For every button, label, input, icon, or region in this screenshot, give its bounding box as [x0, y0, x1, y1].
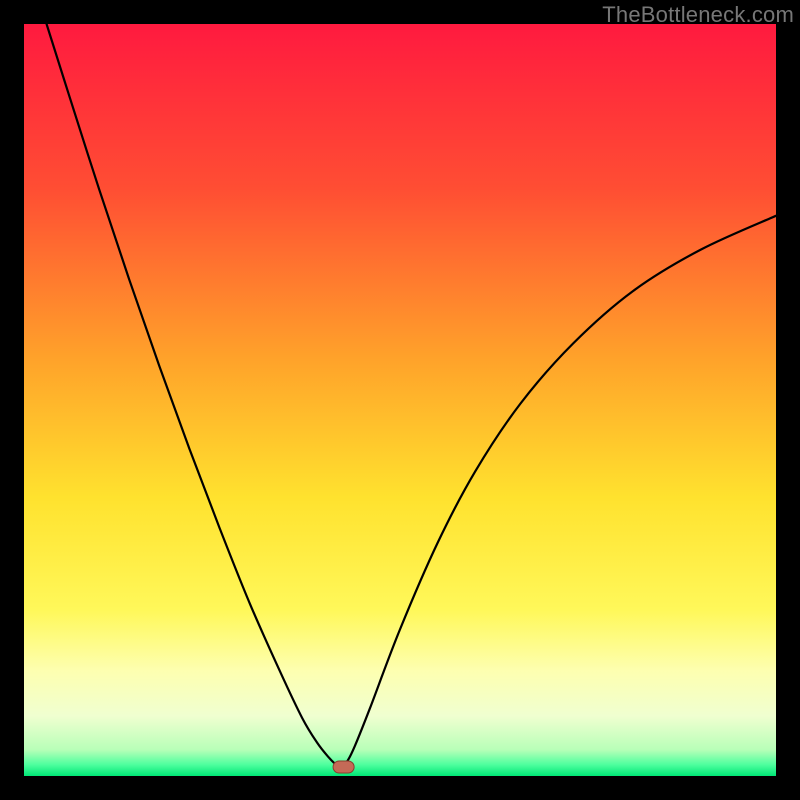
gradient-background	[24, 24, 776, 776]
bottleneck-chart	[24, 24, 776, 776]
chart-frame	[24, 24, 776, 776]
watermark-text: TheBottleneck.com	[602, 2, 794, 28]
optimum-marker	[333, 761, 354, 773]
